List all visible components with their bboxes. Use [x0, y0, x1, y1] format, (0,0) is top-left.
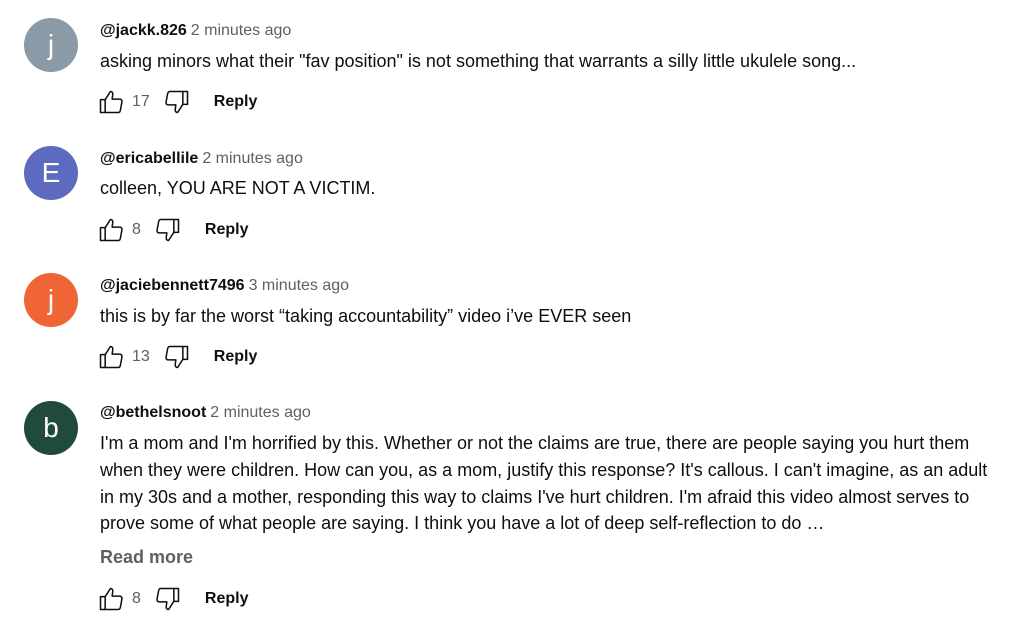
reply-button[interactable]: Reply	[205, 590, 249, 608]
avatar[interactable]: b	[24, 401, 78, 455]
comment-text: this is by far the worst “taking account…	[100, 306, 632, 326]
comment-timestamp[interactable]: 2 minutes ago	[210, 404, 311, 421]
thumbs-up-icon	[99, 345, 123, 369]
thumbs-down-icon	[156, 218, 180, 242]
reply-button[interactable]: Reply	[214, 93, 258, 111]
like-button[interactable]	[96, 215, 126, 245]
comment-text: colleen, YOU ARE NOT A VICTIM.	[100, 178, 376, 198]
comment-author[interactable]: @bethelsnoot	[100, 404, 206, 421]
comment-timestamp[interactable]: 2 minutes ago	[202, 150, 303, 167]
like-count: 8	[132, 590, 141, 607]
thumbs-down-icon	[165, 90, 189, 114]
like-button[interactable]	[96, 87, 126, 117]
thumbs-up-icon	[99, 587, 123, 611]
like-button[interactable]	[96, 342, 126, 372]
dislike-button[interactable]	[153, 584, 183, 614]
comment-author[interactable]: @ericabellile	[100, 150, 198, 167]
avatar[interactable]: j	[24, 18, 78, 72]
thumbs-up-icon	[99, 218, 123, 242]
dislike-button[interactable]	[153, 215, 183, 245]
avatar[interactable]: E	[24, 146, 78, 200]
reply-button[interactable]: Reply	[205, 221, 249, 239]
comment-text: asking minors what their "fav position" …	[100, 51, 857, 71]
avatar[interactable]: j	[24, 273, 78, 327]
like-button[interactable]	[96, 584, 126, 614]
read-more-button[interactable]: Read more	[100, 547, 193, 568]
comment-text: I'm a mom and I'm horrified by this. Whe…	[100, 433, 988, 534]
dislike-button[interactable]	[162, 87, 192, 117]
thumbs-down-icon	[165, 345, 189, 369]
thumbs-down-icon	[156, 587, 180, 611]
comment-author[interactable]: @jackk.826	[100, 22, 187, 39]
like-count: 8	[132, 221, 141, 238]
reply-button[interactable]: Reply	[214, 348, 258, 366]
like-count: 13	[132, 348, 150, 365]
comment-timestamp[interactable]: 3 minutes ago	[249, 277, 350, 294]
dislike-button[interactable]	[162, 342, 192, 372]
thumbs-up-icon	[99, 90, 123, 114]
comment-author[interactable]: @jaciebennett7496	[100, 277, 245, 294]
like-count: 17	[132, 93, 150, 110]
comment-timestamp[interactable]: 2 minutes ago	[191, 22, 292, 39]
